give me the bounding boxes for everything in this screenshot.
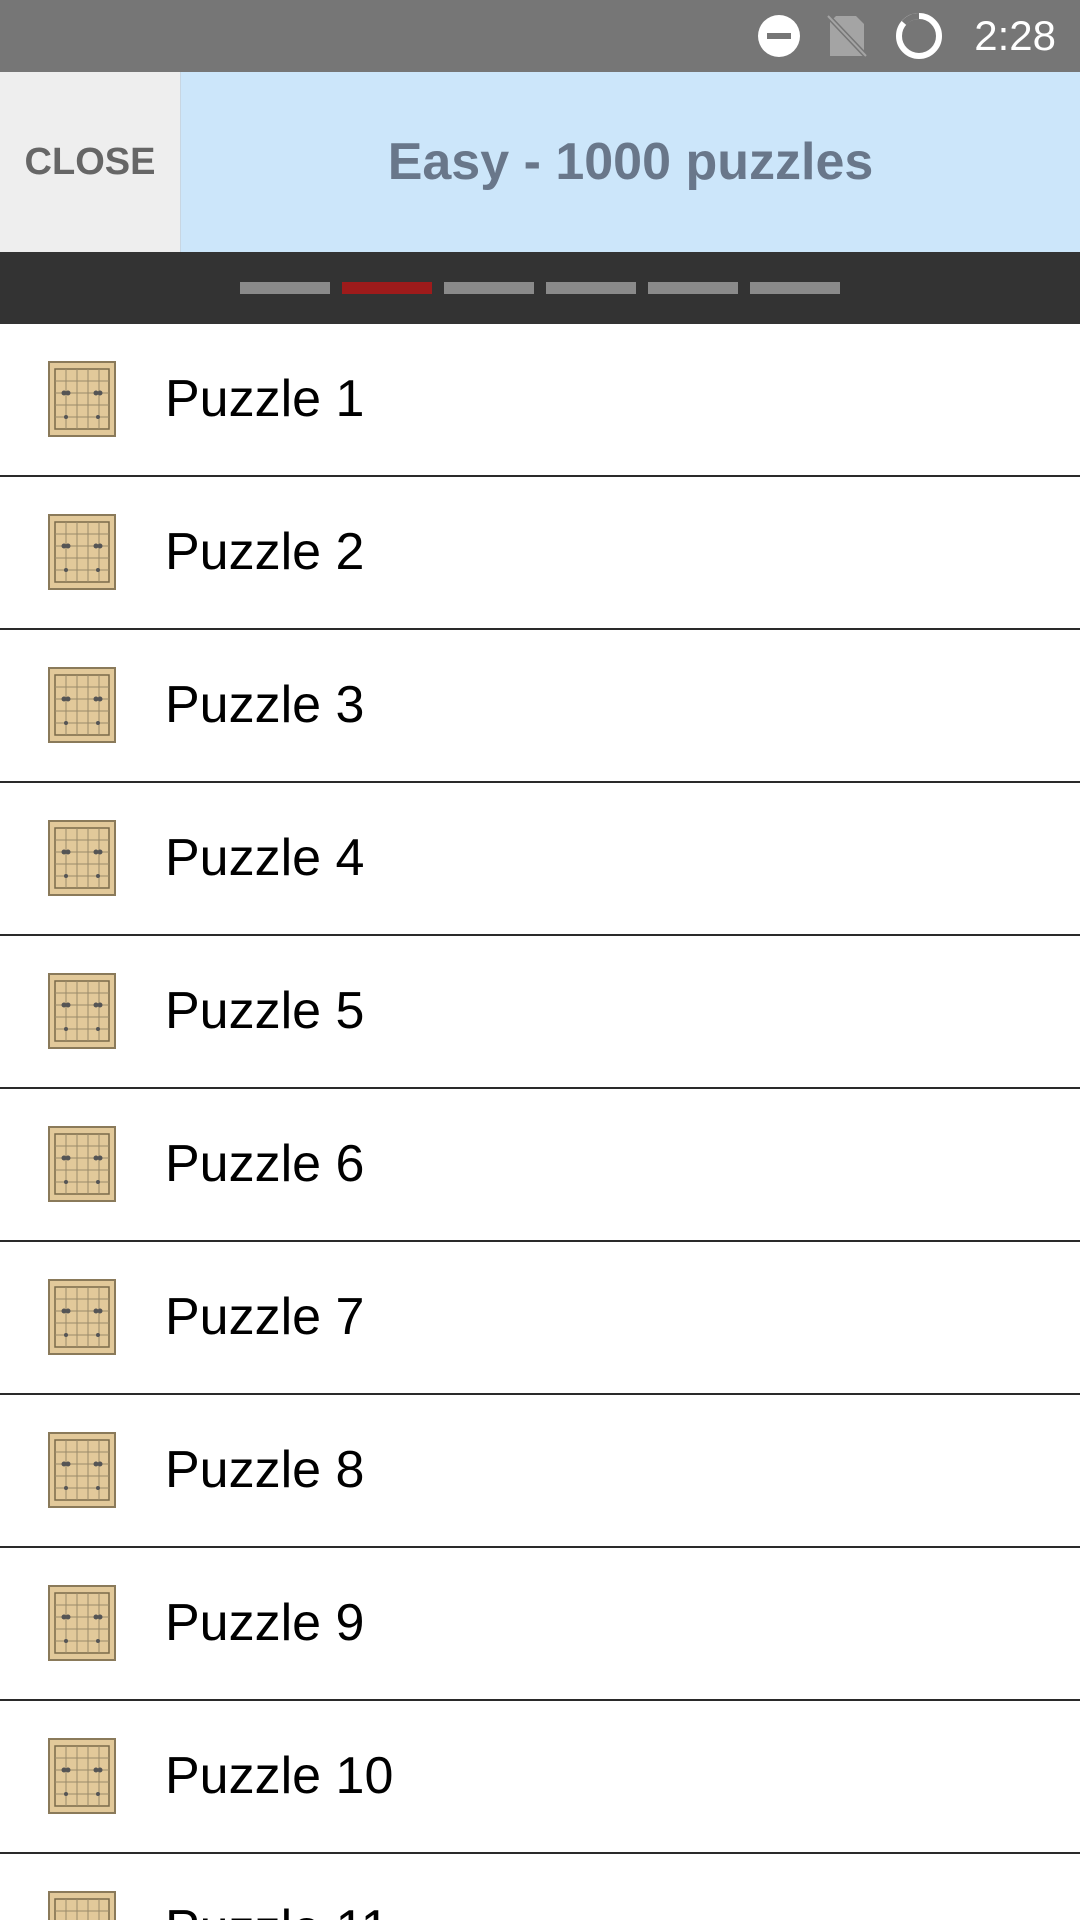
page-indicator-segment[interactable] xyxy=(444,282,534,294)
page-indicator-segment[interactable] xyxy=(648,282,738,294)
status-bar: 2:28 xyxy=(0,0,1080,72)
go-board-icon xyxy=(48,1126,116,1202)
go-board-icon xyxy=(48,1585,116,1661)
go-board-icon xyxy=(48,820,116,896)
page-indicator-segment[interactable] xyxy=(342,282,432,294)
pager-bar xyxy=(0,252,1080,324)
page-indicator-segment[interactable] xyxy=(546,282,636,294)
puzzle-label: Puzzle 5 xyxy=(165,982,365,1040)
status-icons: 2:28 xyxy=(756,0,1056,72)
puzzle-list-item[interactable]: Puzzle 8 xyxy=(0,1395,1080,1548)
puzzle-label: Puzzle 11 xyxy=(165,1854,390,1920)
puzzle-list-item[interactable]: Puzzle 1 xyxy=(0,324,1080,477)
go-board-icon xyxy=(48,1891,116,1920)
do-not-disturb-icon xyxy=(756,13,802,59)
puzzle-label: Puzzle 9 xyxy=(165,1594,365,1652)
header: CLOSE Easy - 1000 puzzles xyxy=(0,72,1080,252)
puzzle-list-item[interactable]: Puzzle 10 xyxy=(0,1701,1080,1854)
go-board-icon xyxy=(48,1279,116,1355)
close-button[interactable]: CLOSE xyxy=(0,72,181,252)
page-indicator xyxy=(240,282,852,294)
puzzle-label: Puzzle 2 xyxy=(165,523,365,581)
no-sim-icon xyxy=(826,14,869,58)
puzzle-list-item[interactable]: Puzzle 2 xyxy=(0,477,1080,630)
puzzle-label: Puzzle 10 xyxy=(165,1747,394,1805)
puzzle-list-item[interactable]: Puzzle 4 xyxy=(0,783,1080,936)
puzzle-label: Puzzle 6 xyxy=(165,1135,365,1193)
page-indicator-segment[interactable] xyxy=(240,282,330,294)
page-title: Easy - 1000 puzzles xyxy=(387,133,874,191)
go-board-icon xyxy=(48,514,116,590)
puzzle-list-item[interactable]: Puzzle 7 xyxy=(0,1242,1080,1395)
go-board-icon xyxy=(48,973,116,1049)
puzzle-list-item[interactable]: Puzzle 11 xyxy=(0,1854,1080,1920)
puzzle-label: Puzzle 8 xyxy=(165,1441,365,1499)
puzzle-list-item[interactable]: Puzzle 9 xyxy=(0,1548,1080,1701)
status-time: 2:28 xyxy=(974,12,1056,59)
puzzle-label: Puzzle 7 xyxy=(165,1288,365,1346)
puzzle-list[interactable]: Puzzle 1 Puzzle 2 Puzzle 3 Puzzle 4 Puzzle 5… xyxy=(0,324,1080,1920)
page-indicator-segment[interactable] xyxy=(750,282,840,294)
loading-ring-icon xyxy=(894,11,944,61)
puzzle-label: Puzzle 1 xyxy=(165,370,365,428)
puzzle-label: Puzzle 4 xyxy=(165,829,365,887)
go-board-icon xyxy=(48,1432,116,1508)
puzzle-list-item[interactable]: Puzzle 3 xyxy=(0,630,1080,783)
go-board-icon xyxy=(48,667,116,743)
puzzle-label: Puzzle 3 xyxy=(165,676,365,734)
puzzle-list-item[interactable]: Puzzle 6 xyxy=(0,1089,1080,1242)
puzzle-list-item[interactable]: Puzzle 5 xyxy=(0,936,1080,1089)
go-board-icon xyxy=(48,1738,116,1814)
go-board-icon xyxy=(48,361,116,437)
